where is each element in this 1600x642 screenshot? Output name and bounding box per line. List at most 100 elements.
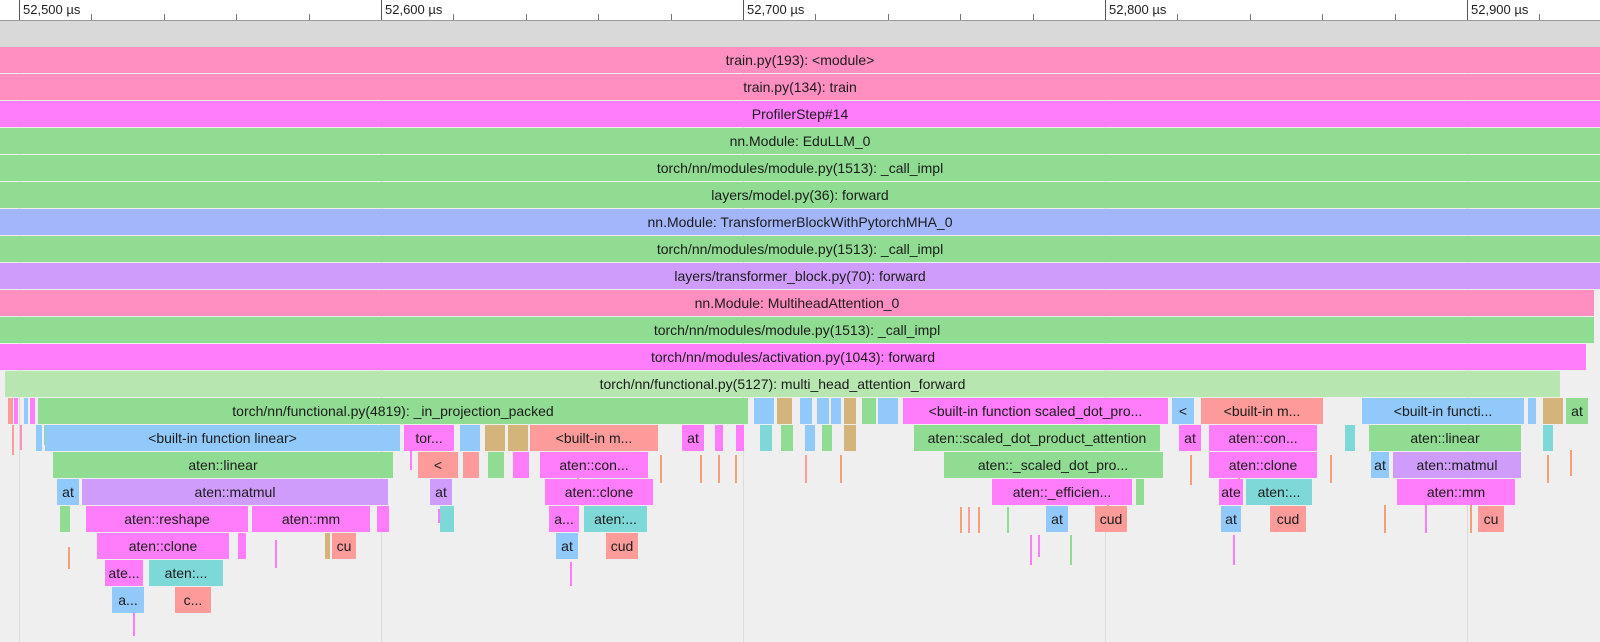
flame-frame-small[interactable] [1528,398,1536,424]
flame-frame-small[interactable] [831,398,841,424]
flame-frame[interactable]: torch/nn/modules/module.py(1513): _call_… [0,317,1594,343]
flame-frame[interactable]: aten::matmul [82,479,388,505]
flame-frame[interactable]: < [1172,398,1194,424]
flame-frame-sliver[interactable] [1384,505,1386,533]
flame-frame-sliver[interactable] [438,509,440,523]
flame-frame[interactable]: cud [1095,506,1127,532]
flame-frame[interactable]: cud [1270,506,1306,532]
flame-frame-sliver[interactable] [1030,535,1032,565]
flame-frame-small[interactable] [440,506,454,532]
flame-frame-small[interactable] [800,398,812,424]
flame-frame-small[interactable] [460,425,480,451]
flame-frame[interactable]: a... [112,587,144,613]
flame-frame-sliver[interactable] [1570,450,1572,476]
flame-frame[interactable]: at [1221,506,1241,532]
flame-frame-sliver[interactable] [20,425,22,450]
flame-frame[interactable]: aten::reshape [86,506,248,532]
flame-frame-small[interactable] [736,425,744,451]
flame-frame[interactable]: at [682,425,704,451]
flame-frame-small[interactable] [8,398,13,424]
flame-frame[interactable]: aten::linear [53,452,393,478]
flame-frame[interactable]: at [1046,506,1068,532]
flame-frame[interactable]: ate [1219,479,1243,505]
flame-frame[interactable]: aten:... [1246,479,1312,505]
flame-frame-sliver[interactable] [1470,505,1472,533]
flame-frame[interactable]: at [1566,398,1588,424]
flame-frame-small[interactable] [844,425,856,451]
flame-frame[interactable]: aten::matmul [1393,452,1521,478]
flame-frame[interactable]: <built-in m... [1201,398,1323,424]
flame-frame-sliver[interactable] [68,547,70,569]
flame-frame[interactable]: torch/nn/modules/module.py(1513): _call_… [0,155,1600,181]
flame-frame[interactable] [777,398,792,424]
flame-frame-sliver[interactable] [12,425,14,455]
flame-frame[interactable]: cud [606,533,638,559]
flame-frame[interactable]: torch/nn/functional.py(5127): multi_head… [5,371,1560,397]
flame-frame-small[interactable] [513,452,529,478]
flame-frame-sliver[interactable] [660,455,662,483]
flame-frame[interactable]: aten::clone [1209,452,1317,478]
flame-frame[interactable]: cu [1478,506,1504,532]
flame-frame-small[interactable] [238,533,246,559]
flame-frame[interactable]: tor... [404,425,454,451]
flame-frame-small[interactable] [878,398,898,424]
flame-frame-small[interactable] [377,506,389,532]
flame-frame[interactable] [844,398,856,424]
flame-frame[interactable]: aten:... [584,506,647,532]
flame-frame[interactable]: torch/nn/modules/module.py(1513): _call_… [0,236,1600,262]
flame-frame-sliver[interactable] [1007,507,1009,533]
flame-frame-small[interactable] [36,425,42,451]
flame-frame-sliver[interactable] [275,540,277,568]
flame-frame-small[interactable] [485,425,505,451]
flame-frame-sliver[interactable] [1330,455,1332,483]
flame-frame[interactable]: aten::_efficien... [992,479,1132,505]
flame-frame-small[interactable] [805,425,815,451]
flame-frame[interactable]: torch/nn/modules/activation.py(1043): fo… [0,344,1586,370]
flame-frame-small[interactable] [325,533,330,559]
flame-frame[interactable]: < [418,452,458,478]
flame-frame[interactable]: ProfilerStep#14 [0,101,1600,127]
flame-frame-small[interactable] [822,425,832,451]
flame-frame[interactable]: at [556,533,578,559]
flame-frame-sliver[interactable] [1233,535,1235,565]
flame-frame-small[interactable] [60,506,70,532]
flame-frame-small[interactable] [715,425,723,451]
flame-frame-small[interactable] [1543,425,1553,451]
flame-frame[interactable]: layers/transformer_block.py(70): forward [0,263,1600,289]
flame-frame-small[interactable] [24,398,28,424]
flame-frame-small[interactable] [14,398,18,424]
flame-frame-sliver[interactable] [960,507,962,533]
flame-frame[interactable]: at [1179,425,1201,451]
flame-frame-small[interactable] [862,398,876,424]
flame-frame[interactable]: aten::scaled_dot_product_attention [914,425,1160,451]
flame-frame[interactable]: train.py(134): train [0,74,1600,100]
flame-frame[interactable]: nn.Module: TransformerBlockWithPytorchMH… [0,209,1600,235]
flame-frame-small[interactable] [463,452,479,478]
flame-frame-sliver[interactable] [133,612,135,636]
flame-frame-sliver[interactable] [978,507,980,533]
flame-frame[interactable]: aten::con... [540,452,648,478]
flame-frame-sliver[interactable] [718,455,720,483]
flame-frame[interactable]: aten::con... [1209,425,1317,451]
flame-frame[interactable]: torch/nn/functional.py(4819): _in_projec… [38,398,748,424]
flame-frame[interactable]: aten::linear [1369,425,1521,451]
flame-frame[interactable]: c... [175,587,211,613]
flame-frame[interactable]: aten::mm [252,506,370,532]
flame-frame[interactable]: aten::mm [1397,479,1515,505]
flame-frame[interactable]: aten::clone [545,479,653,505]
flame-frame-small[interactable] [760,425,772,451]
flame-frame-sliver[interactable] [1038,535,1040,557]
flame-frame[interactable]: nn.Module: MultiheadAttention_0 [0,290,1594,316]
flame-frame-small[interactable] [754,398,774,424]
flame-frame-sliver[interactable] [805,455,807,483]
flame-frame-small[interactable] [1345,425,1355,451]
flame-frame[interactable]: ate... [105,560,143,586]
flame-frame-sliver[interactable] [1190,455,1192,485]
flame-frame-small[interactable] [781,425,793,451]
flame-frame[interactable]: aten:... [149,560,223,586]
flame-frame-sliver[interactable] [1070,535,1072,565]
flame-frame[interactable]: at [1371,452,1389,478]
flame-frame[interactable]: a... [549,506,579,532]
flame-chart[interactable]: train.py(193): <module> train.py(134): tr… [0,0,1600,642]
flame-frame[interactable]: nn.Module: EduLLM_0 [0,128,1600,154]
